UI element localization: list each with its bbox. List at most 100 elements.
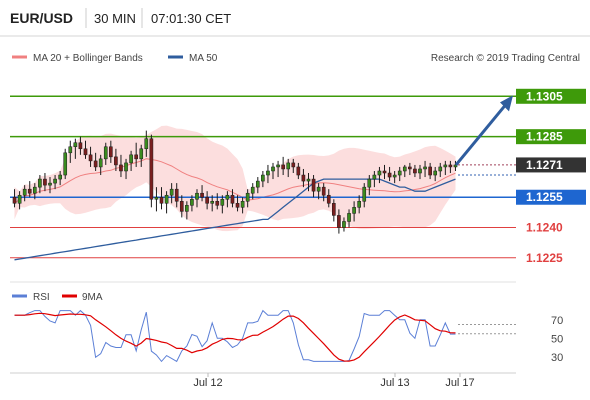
candle-up	[225, 194, 230, 200]
candle-down	[321, 186, 326, 196]
candle-down	[114, 156, 118, 166]
candle-up	[372, 174, 377, 180]
candle-down	[382, 170, 387, 174]
candle-up	[392, 174, 397, 178]
candle-up	[68, 146, 73, 154]
candle-up	[58, 174, 62, 180]
level-labels: 1.1305 1.1285 1.1271 1.1255 1.1240 1.1225	[516, 88, 586, 265]
candle-down	[326, 194, 331, 204]
candle-up	[367, 178, 372, 188]
candle-up	[443, 164, 448, 168]
rsi-tick-label: 30	[551, 352, 563, 364]
candle-up	[144, 138, 149, 150]
level-label: 1.1285	[526, 130, 563, 144]
candle-down	[337, 215, 341, 228]
candle-up	[402, 166, 407, 172]
candle-up	[220, 199, 225, 206]
candle-up	[103, 146, 108, 160]
candle-down	[78, 142, 83, 150]
candle-down	[235, 203, 240, 208]
candle-up	[32, 186, 37, 194]
rsi-tick-label: 50	[551, 333, 563, 345]
candle-down	[83, 148, 88, 156]
candle-up	[129, 154, 133, 164]
candle-down	[311, 178, 316, 192]
candle-down	[215, 201, 220, 206]
chart: EUR/USD 30 MIN 07:01:30 CET MA 20 + Boll…	[0, 0, 590, 389]
candle-up	[342, 221, 346, 228]
ma9-path	[14, 312, 456, 362]
rsi-ticks: 30 50 70	[551, 315, 563, 364]
ma50-legend-label: MA 50	[189, 53, 218, 64]
candle-down	[408, 166, 412, 170]
x-tick-label: Jul 17	[445, 377, 474, 389]
rsi-grid	[458, 323, 516, 335]
candle-up	[38, 178, 42, 188]
candle-up	[185, 205, 189, 212]
candle-down	[27, 188, 32, 194]
pair-title: EUR/USD	[10, 10, 73, 26]
level-label: 1.1305	[526, 89, 563, 103]
ma9-legend-label: 9MA	[82, 292, 103, 303]
candle-down	[301, 174, 306, 182]
arrow-shaft	[454, 103, 508, 166]
candle-up	[98, 158, 103, 168]
candle-up	[433, 170, 438, 176]
level-label: 1.1271	[526, 158, 563, 172]
candle-up	[53, 178, 57, 184]
header-bar	[0, 0, 590, 36]
candle-up	[397, 170, 402, 176]
candle-up	[261, 174, 265, 182]
candle-up	[423, 166, 427, 170]
candle-down	[109, 146, 113, 158]
time-label: 07:01:30 CET	[151, 11, 231, 26]
candle-down	[291, 162, 296, 168]
candle-down	[174, 188, 179, 202]
candle	[149, 134, 154, 208]
candle-up	[352, 207, 356, 214]
candle-up	[73, 142, 78, 148]
candle-up	[48, 182, 52, 186]
candle-up	[255, 180, 260, 188]
candle-up	[418, 168, 422, 174]
candle-up	[316, 186, 321, 192]
candle-up	[266, 170, 270, 176]
candle-up	[245, 192, 250, 202]
candle-down	[159, 196, 164, 204]
rsi-tick-label: 70	[551, 315, 563, 327]
candle-up	[362, 186, 367, 202]
candle-up	[195, 192, 199, 200]
bollinger-legend-label: MA 20 + Bollinger Bands	[33, 53, 143, 64]
candle-down	[230, 194, 235, 204]
timeframe-label: 30 MIN	[94, 11, 136, 26]
candle-down	[205, 196, 209, 204]
candle-up	[124, 162, 128, 172]
x-tick-label: Jul 12	[193, 377, 222, 389]
candle-up	[154, 196, 159, 200]
copyright-text: Research © 2019 Trading Central	[431, 53, 580, 64]
rsi-legend-label: RSI	[33, 292, 50, 303]
rsi-lines	[14, 309, 456, 363]
candle-down	[134, 154, 138, 160]
candle-up	[286, 162, 291, 170]
candle-down	[88, 154, 93, 162]
candle-down	[281, 164, 285, 170]
candle-up	[63, 152, 68, 176]
candle-down	[179, 201, 184, 212]
candle-up	[276, 164, 280, 168]
candle-up	[22, 188, 27, 196]
candle-up	[190, 199, 194, 206]
candle-up	[271, 166, 275, 172]
candle-down	[149, 138, 154, 200]
level-label: 1.1255	[526, 190, 563, 204]
level-label: 1.1240	[526, 221, 563, 235]
rsi-path	[14, 309, 456, 363]
candle-down	[332, 203, 336, 216]
candle-down	[93, 160, 98, 168]
candle-up	[139, 148, 144, 160]
candle-up	[357, 201, 361, 208]
candle-up	[438, 166, 443, 172]
x-ticks: Jul 12 Jul 13 Jul 17	[193, 373, 475, 389]
candle-down	[296, 166, 301, 176]
candle-up	[169, 188, 174, 196]
